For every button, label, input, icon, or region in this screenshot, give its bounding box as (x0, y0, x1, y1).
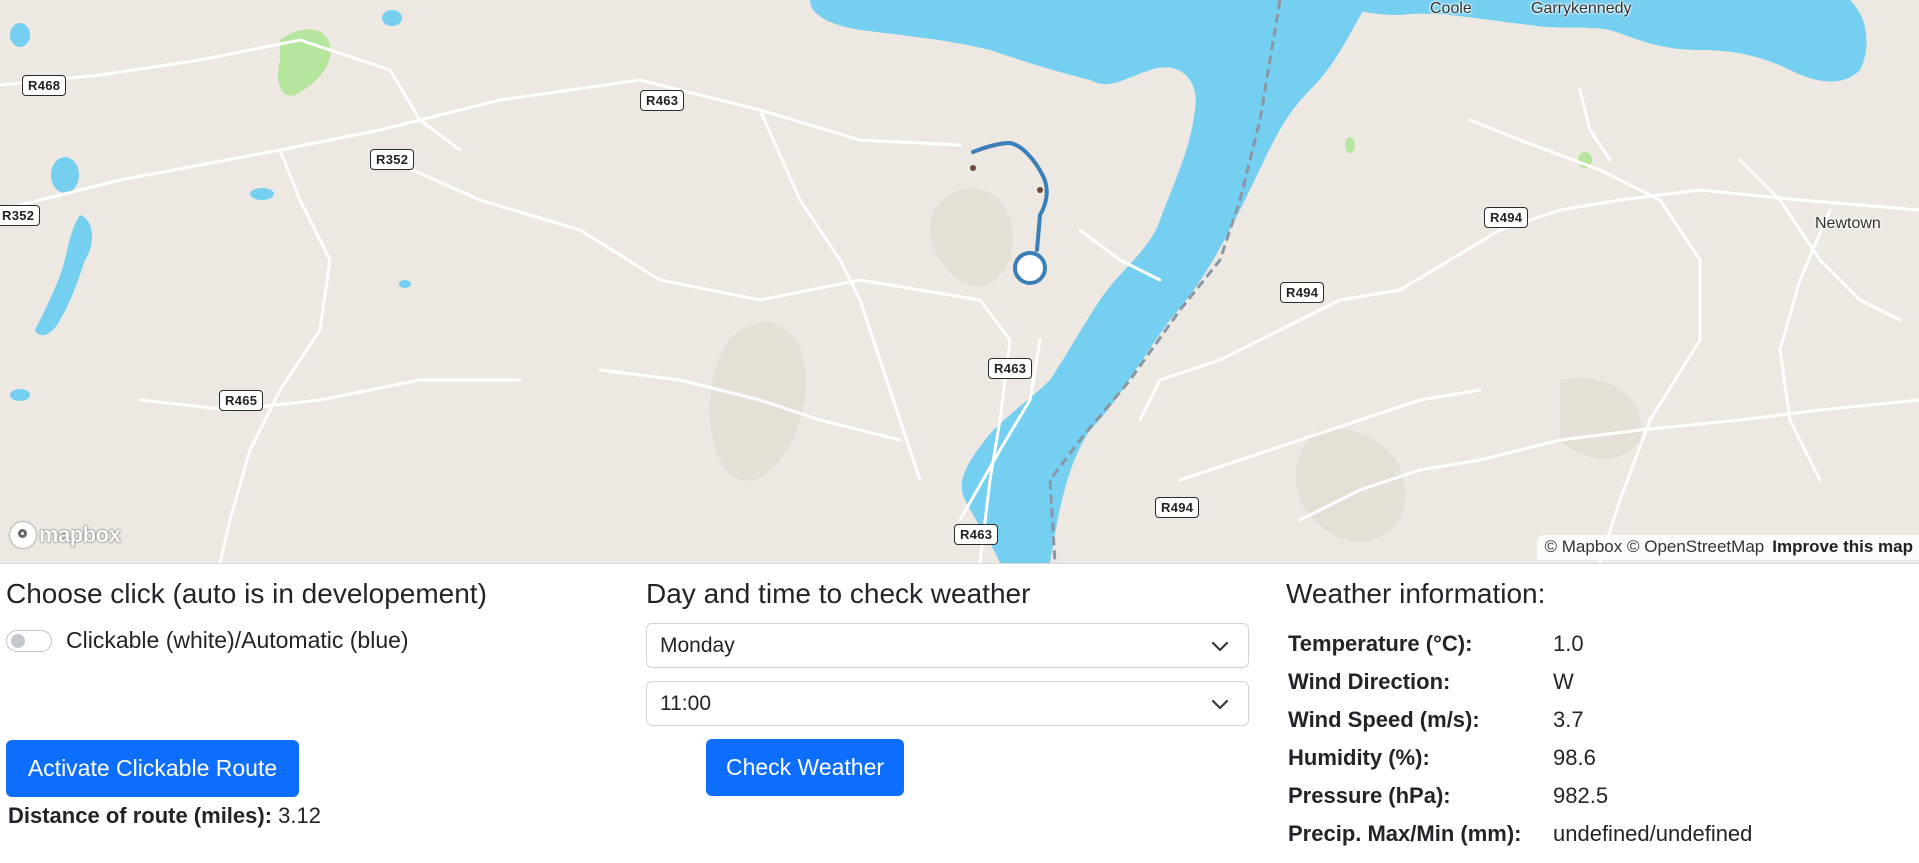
time-select-value: 11:00 (660, 691, 711, 715)
activate-route-button[interactable]: Activate Clickable Route (6, 740, 299, 797)
click-section-title: Choose click (auto is in developement) (6, 578, 487, 609)
day-select-value: Monday (660, 633, 735, 657)
weather-label: Humidity (%): (1288, 745, 1430, 770)
weather-label: Temperature (°C): (1288, 631, 1473, 656)
weather-label: Pressure (hPa): (1288, 783, 1451, 808)
road-shield: R352 (0, 205, 41, 226)
weather-row: Pressure (hPa): 982.5 (1288, 777, 1752, 815)
road-shield: R494 (1484, 207, 1529, 228)
road-shield: R463 (954, 524, 999, 545)
toggle-label[interactable]: Clickable (white)/Automatic (blue) (66, 627, 409, 654)
road-shield: R494 (1280, 282, 1325, 303)
map-attribution: © Mapbox © OpenStreetMap Improve this map (1536, 535, 1919, 560)
road-shield: R463 (988, 358, 1033, 379)
road-shield: R465 (219, 390, 264, 411)
distance-label: Distance of route (miles): (8, 803, 273, 828)
road-shield: R494 (1155, 497, 1200, 518)
weather-row: Humidity (%): 98.6 (1288, 739, 1752, 777)
weather-query-title: Day and time to check weather (646, 578, 1031, 609)
chevron-down-icon (1211, 699, 1229, 710)
mapbox-logo[interactable]: mapbox (10, 522, 121, 548)
mapbox-logo-icon (10, 522, 36, 548)
weather-row: Wind Speed (m/s): 3.7 (1288, 701, 1752, 739)
weather-value: 3.7 (1553, 707, 1584, 732)
weather-row: Wind Direction: W (1288, 663, 1752, 701)
mapbox-logo-text: mapbox (39, 522, 121, 547)
weather-value: 98.6 (1553, 745, 1596, 770)
weather-label: Wind Direction: (1288, 669, 1451, 694)
attribution-text[interactable]: © Mapbox © OpenStreetMap (1545, 537, 1765, 556)
place-label: Newtown (1815, 215, 1881, 232)
distance-readout: Distance of route (miles): 3.12 (8, 803, 321, 829)
improve-map-link[interactable]: Improve this map (1772, 537, 1913, 556)
check-weather-button[interactable]: Check Weather (706, 739, 904, 796)
weather-label: Wind Speed (m/s): (1288, 707, 1480, 732)
weather-info-title: Weather information: (1286, 578, 1546, 609)
chevron-down-icon (1211, 641, 1229, 652)
place-label: Coole (1430, 0, 1472, 17)
weather-value: W (1553, 669, 1574, 694)
toggle-knob (11, 633, 25, 648)
road-shield: R468 (22, 75, 67, 96)
time-select[interactable]: 11:00 (646, 681, 1249, 726)
weather-row: Precip. Max/Min (mm): undefined/undefine… (1288, 815, 1752, 853)
weather-info-table: Temperature (°C): 1.0 Wind Direction: W … (1288, 625, 1752, 853)
weather-value: undefined/undefined (1553, 821, 1753, 846)
weather-row: Temperature (°C): 1.0 (1288, 625, 1752, 663)
weather-label: Precip. Max/Min (mm): (1288, 821, 1522, 846)
weather-value: 1.0 (1553, 631, 1584, 656)
toggle-switch[interactable] (6, 629, 52, 652)
weather-value: 982.5 (1553, 783, 1609, 808)
day-select[interactable]: Monday (646, 623, 1249, 668)
road-shield: R463 (640, 90, 685, 111)
place-label: Garrykennedy (1531, 0, 1632, 17)
map-canvas[interactable]: R468 R463 R352 R352 R465 R463 R463 R494 … (0, 0, 1919, 564)
map-basemap (0, 0, 1919, 563)
route-mode-switch[interactable]: Clickable (white)/Automatic (blue) (6, 627, 409, 654)
distance-value: 3.12 (278, 803, 321, 828)
road-shield: R352 (370, 149, 415, 170)
